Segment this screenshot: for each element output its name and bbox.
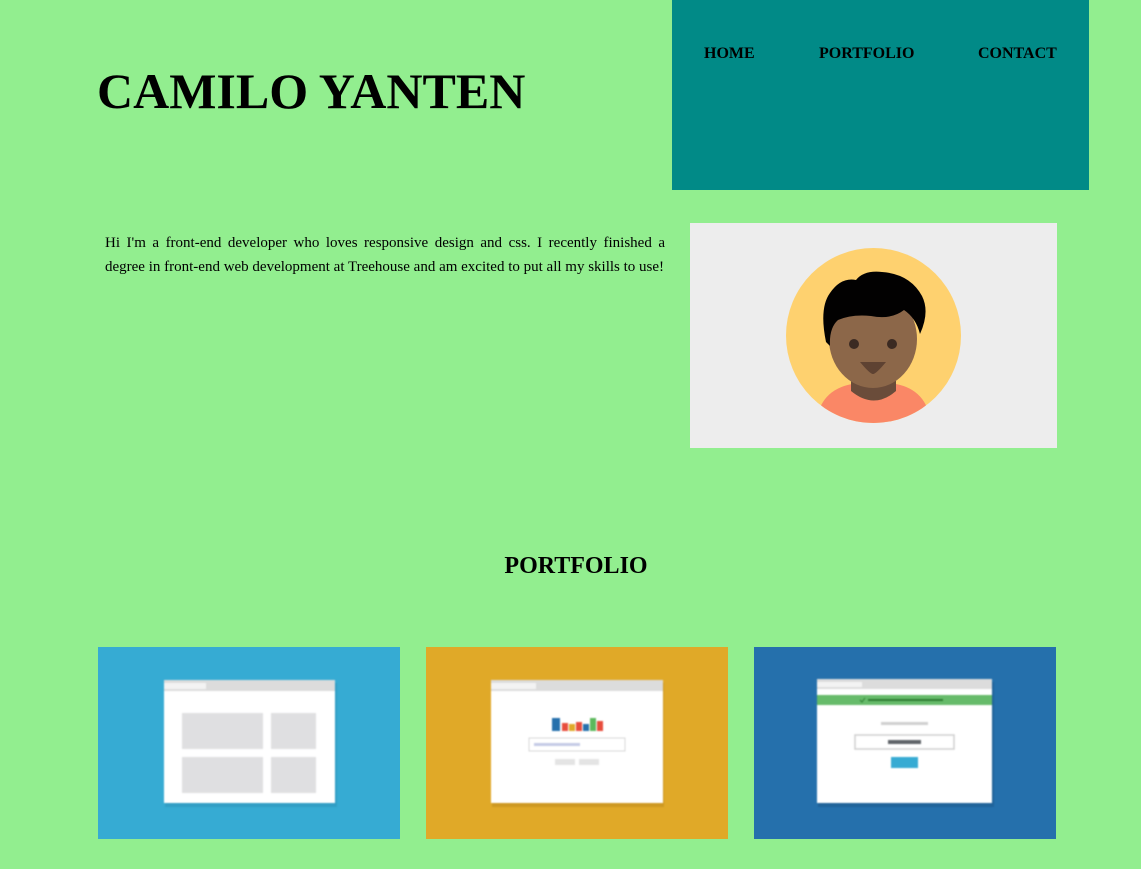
main-nav: HOME PORTFOLIO CONTACT bbox=[672, 0, 1089, 190]
site-title: CAMILO YANTEN bbox=[97, 63, 526, 119]
login-form-icon bbox=[817, 679, 994, 807]
nav-link-contact[interactable]: CONTACT bbox=[978, 44, 1057, 64]
grid-layout-icon bbox=[164, 680, 337, 807]
avatar-icon bbox=[786, 248, 961, 423]
portfolio-card-2[interactable] bbox=[426, 647, 728, 839]
avatar-panel bbox=[690, 223, 1057, 448]
portfolio-card-3[interactable] bbox=[754, 647, 1056, 839]
bar-chart-form-icon bbox=[491, 680, 664, 807]
portfolio-card-1[interactable] bbox=[98, 647, 400, 839]
intro-text: Hi I'm a front-end developer who loves r… bbox=[105, 235, 665, 275]
nav-link-portfolio[interactable]: PORTFOLIO bbox=[819, 44, 914, 64]
nav-link-home[interactable]: HOME bbox=[704, 44, 755, 64]
portfolio-heading: PORTFOLIO bbox=[504, 553, 648, 579]
